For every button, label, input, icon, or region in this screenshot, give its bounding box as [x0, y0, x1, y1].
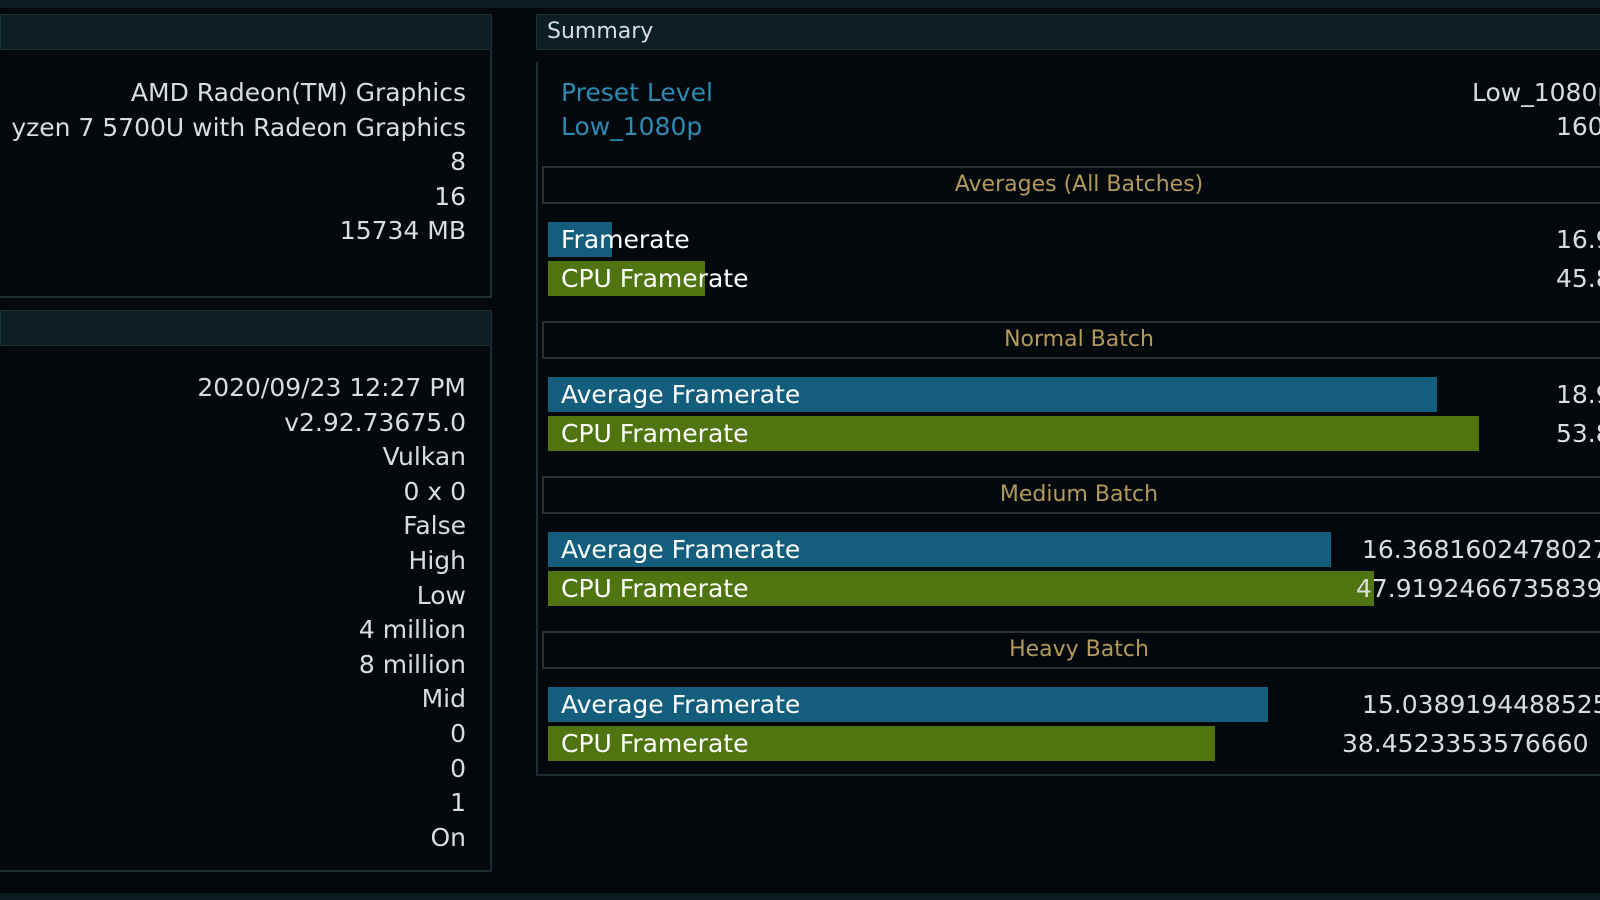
- info-value: High: [408, 546, 466, 575]
- frame-tick: [490, 62, 492, 74]
- bar-label: Average Framerate: [561, 690, 801, 719]
- section-header: Heavy Batch: [542, 631, 1600, 669]
- info-value: 0: [450, 753, 466, 783]
- bar-label: Framerate: [561, 225, 690, 254]
- info-value: Low: [416, 580, 466, 610]
- section-header: Averages (All Batches): [542, 166, 1600, 204]
- bar-value: 18.9: [1556, 380, 1600, 409]
- bottom-strip: [0, 893, 1600, 900]
- section-title: Normal Batch: [1004, 327, 1154, 352]
- left-settings-header: [0, 310, 492, 346]
- section-header: Normal Batch: [542, 321, 1600, 359]
- preset-level-value: Low_1080p: [1472, 78, 1600, 107]
- info-value: v2.92.73675.0: [284, 407, 466, 437]
- info-value: 8: [450, 147, 466, 177]
- section-title: Medium Batch: [999, 482, 1159, 507]
- info-value: AMD Radeon(TM) Graphics: [130, 78, 466, 107]
- bar-value: 47.9192466735839: [1356, 574, 1600, 603]
- info-value: 1: [450, 788, 466, 818]
- info-value: 8 million: [358, 649, 466, 679]
- info-value: False: [403, 511, 466, 541]
- info-value: yzen 7 5700U with Radeon Graphics: [11, 112, 466, 142]
- bar-value: 16.9: [1556, 225, 1600, 254]
- info-value: 15734 MB: [339, 216, 466, 246]
- bar-value: 38.4523353576660: [1342, 729, 1589, 758]
- bar-label: CPU Framerate: [561, 419, 749, 448]
- bar-label: Average Framerate: [561, 380, 801, 409]
- info-value: Vulkan: [382, 442, 466, 472]
- info-value: 2020/09/23 12:27 PM: [197, 373, 466, 402]
- section-title: Heavy Batch: [1009, 637, 1149, 662]
- info-value: Mid: [421, 684, 466, 714]
- info-value: 0: [450, 719, 466, 748]
- top-strip: [0, 0, 1600, 8]
- preset-level-label: Preset Level: [561, 78, 713, 107]
- info-value: 16: [434, 181, 466, 211]
- bar-label: CPU Framerate: [561, 264, 749, 293]
- info-value: 4 million: [358, 615, 466, 645]
- section-header: Medium Batch: [542, 476, 1600, 514]
- bar-label: CPU Framerate: [561, 574, 749, 603]
- summary-header: Summary: [536, 14, 1600, 50]
- section-title: Averages (All Batches): [954, 172, 1204, 197]
- bar-label: Average Framerate: [561, 535, 801, 564]
- bar-value: 15.0389194488525: [1362, 690, 1600, 719]
- info-value: 0 x 0: [403, 476, 467, 506]
- summary-title: Summary: [547, 19, 654, 44]
- preset-sub-label: Low_1080p: [561, 112, 703, 141]
- bar-label: CPU Framerate: [561, 729, 749, 758]
- bar-value: 16.3681602478027: [1362, 535, 1600, 564]
- bar-value: 45.8: [1556, 264, 1600, 293]
- left-system-header: [0, 14, 492, 50]
- preset-sub-value: 1600: [1556, 112, 1600, 141]
- bar-value: 53.8: [1556, 419, 1600, 448]
- info-value: On: [430, 822, 466, 852]
